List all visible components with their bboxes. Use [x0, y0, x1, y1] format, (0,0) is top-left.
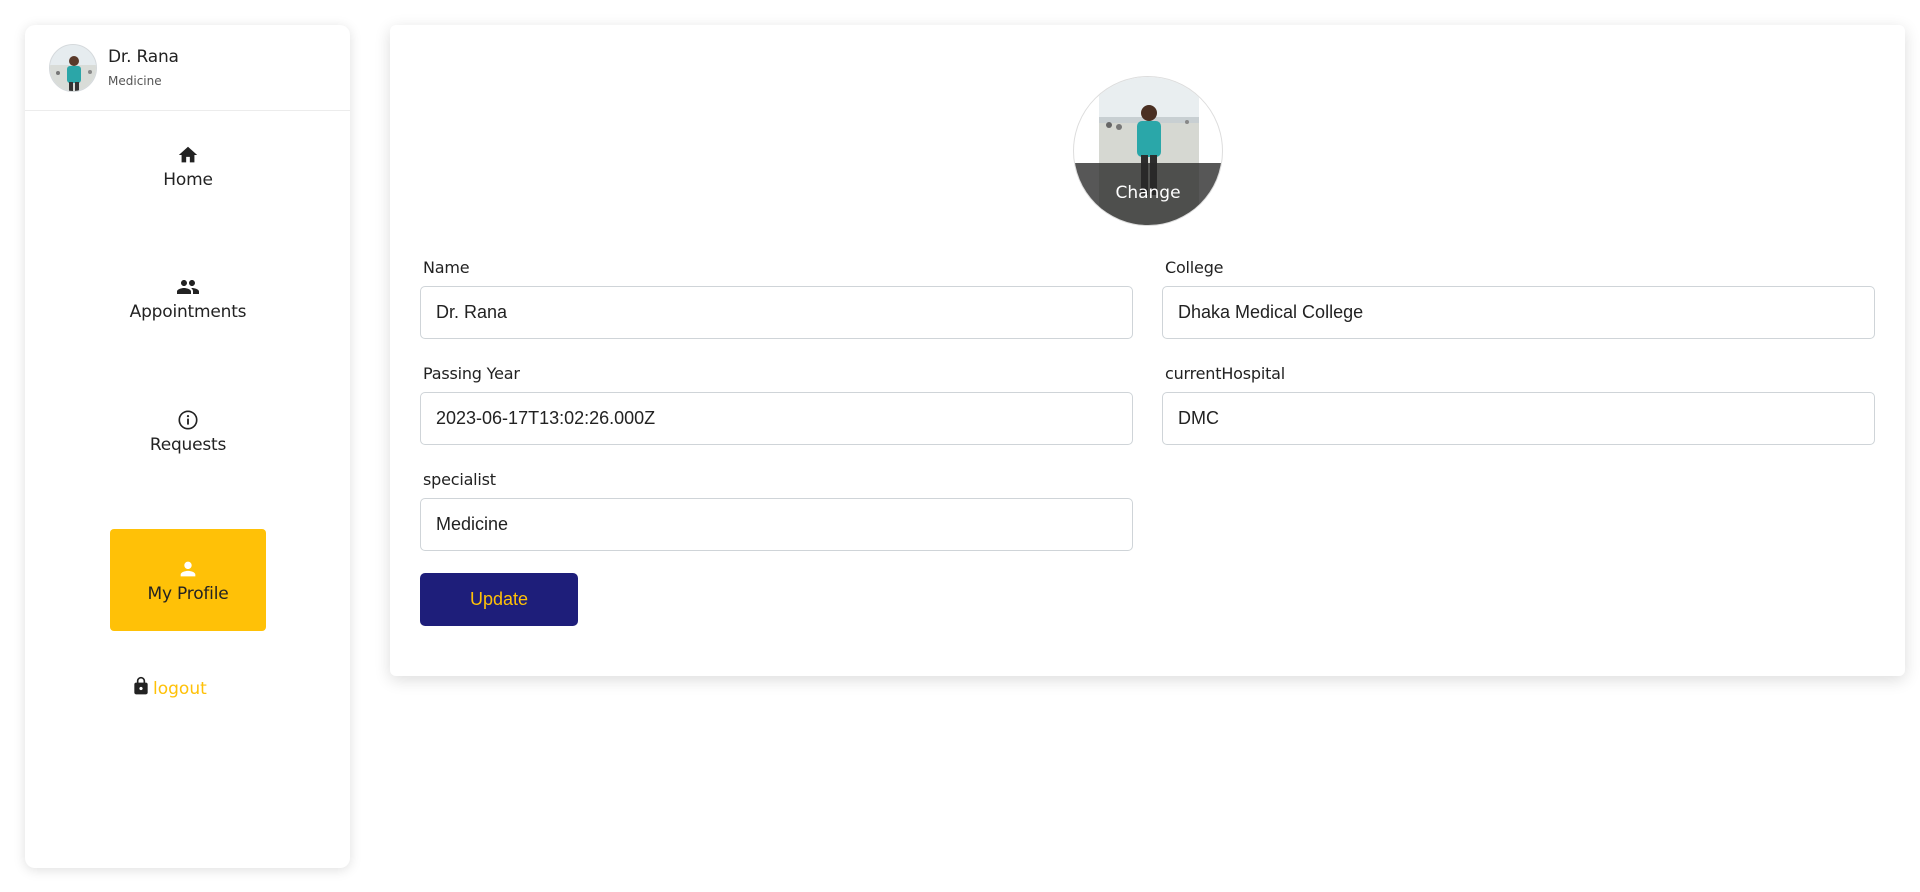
current-hospital-label: currentHospital — [1165, 364, 1286, 383]
sidebar-profile-header: Dr. Rana Medicine — [25, 25, 350, 111]
passing-year-field-group: Passing Year 2023-06-17T13:02:26.000Z — [420, 364, 1133, 445]
sidebar-item-label: Appointments — [129, 301, 247, 322]
people-icon — [176, 275, 200, 299]
sidebar-user-name: Dr. Rana — [108, 47, 179, 67]
current-hospital-field-group: currentHospital DMC — [1162, 364, 1875, 445]
sidebar-item-label: Requests — [149, 434, 227, 455]
avatar — [49, 43, 97, 92]
person-icon — [176, 557, 200, 581]
name-input[interactable]: Dr. Rana — [420, 286, 1133, 339]
profile-card: Change Name Dr. Rana College Dhaka Medic… — [390, 25, 1905, 676]
sidebar: Dr. Rana Medicine Home Appointments Requ… — [25, 25, 350, 868]
change-photo-overlay[interactable]: Change — [1074, 163, 1222, 225]
specialist-input[interactable]: Medicine — [420, 498, 1133, 551]
sidebar-item-label: My Profile — [147, 583, 229, 604]
lock-icon — [131, 676, 151, 701]
college-input[interactable]: Dhaka Medical College — [1162, 286, 1875, 339]
sidebar-item-appointments[interactable]: Appointments — [110, 247, 266, 349]
sidebar-item-my-profile[interactable]: My Profile — [110, 529, 266, 631]
change-photo-label: Change — [1115, 183, 1181, 203]
info-icon — [176, 408, 200, 432]
passing-year-label: Passing Year — [423, 364, 520, 383]
name-field-group: Name Dr. Rana — [420, 258, 1133, 339]
sidebar-item-requests[interactable]: Requests — [110, 380, 266, 482]
sidebar-user-department: Medicine — [108, 74, 162, 88]
college-label: College — [1165, 258, 1224, 277]
current-hospital-input[interactable]: DMC — [1162, 392, 1875, 445]
home-icon — [176, 143, 200, 167]
sidebar-item-home[interactable]: Home — [110, 115, 266, 217]
logout-label: logout — [153, 678, 207, 699]
logout-link[interactable]: logout — [131, 676, 207, 701]
name-label: Name — [423, 258, 470, 277]
passing-year-input[interactable]: 2023-06-17T13:02:26.000Z — [420, 392, 1133, 445]
specialist-field-group: specialist Medicine — [420, 470, 1133, 551]
sidebar-item-label: Home — [163, 169, 213, 190]
update-button[interactable]: Update — [420, 573, 578, 626]
profile-photo[interactable]: Change — [1073, 76, 1223, 226]
specialist-label: specialist — [423, 470, 496, 489]
college-field-group: College Dhaka Medical College — [1162, 258, 1875, 339]
